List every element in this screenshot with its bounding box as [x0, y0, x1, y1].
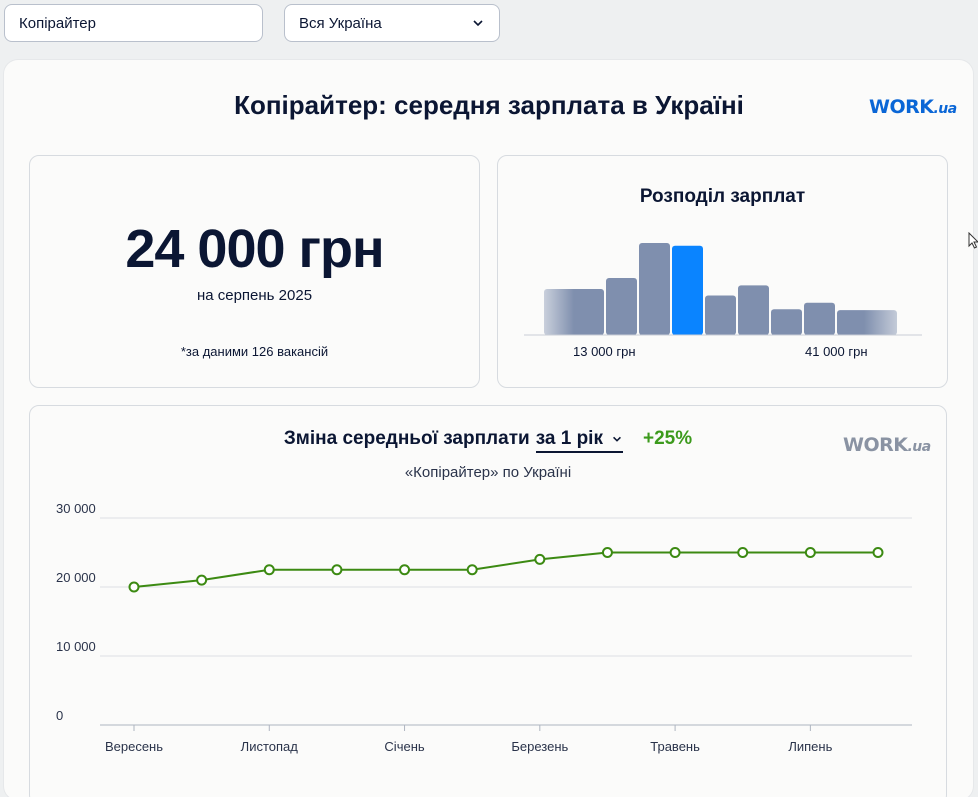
work-ua-logo-watermark: WORK.ua — [843, 434, 931, 456]
data-point[interactable] — [534, 553, 546, 565]
histogram-fade-left — [524, 241, 574, 337]
y-tick-label: 0 — [56, 708, 63, 723]
histogram-bar — [705, 295, 736, 335]
histogram-bar — [771, 309, 802, 335]
data-point[interactable] — [331, 564, 343, 576]
mouse-cursor-icon — [968, 232, 978, 249]
salary-date: на серпень 2025 — [196, 287, 313, 304]
data-point[interactable] — [669, 547, 681, 558]
histogram-bar — [639, 243, 670, 335]
data-point[interactable] — [804, 547, 816, 558]
data-point[interactable] — [196, 574, 208, 586]
average-salary-amount: 24 000 грн — [125, 219, 384, 279]
data-point[interactable] — [128, 581, 140, 593]
histogram-bar — [738, 285, 769, 335]
x-tick-label: Березень — [511, 739, 568, 754]
histogram-bar — [804, 302, 835, 335]
histogram-bar — [606, 277, 637, 335]
region-select[interactable]: Вся Україна — [284, 4, 500, 42]
salary-distribution-card: Розподіл зарплат 13 000 грн 41 000 грн — [497, 155, 948, 388]
x-tick-label: Травень — [650, 739, 700, 754]
distribution-low-label: 13 000 грн — [573, 344, 636, 359]
x-tick-label: Липень — [788, 739, 832, 754]
distribution-high-label: 41 000 грн — [805, 344, 868, 359]
data-point[interactable] — [399, 564, 411, 576]
y-tick-label: 20 000 — [56, 570, 96, 585]
histogram-bar-current — [672, 245, 703, 335]
distribution-title: Розподіл зарплат — [639, 186, 806, 207]
x-tick-label: Вересень — [105, 739, 163, 754]
logo-suffix-text: .ua — [933, 101, 957, 117]
series-line — [133, 551, 878, 588]
vacancies-note: *за даними 126 вакансій — [180, 344, 329, 359]
data-point[interactable] — [737, 547, 749, 558]
histogram-fade-right — [864, 241, 924, 337]
data-point[interactable] — [601, 547, 613, 558]
salary-trend-chart: 0 10 000 20 000 30 000 Вересень Листопад Січен… — [56, 501, 912, 754]
logo-main-text: WORK — [843, 434, 908, 456]
average-salary-card: 24 000 грн на серпень 2025 *за даними 12… — [29, 155, 480, 388]
region-select-value: Вся Україна — [299, 14, 382, 32]
y-tick-label: 10 000 — [56, 639, 96, 654]
distribution-histogram — [524, 241, 924, 337]
search-input[interactable]: Копірайтер — [4, 4, 263, 42]
search-input-value: Копірайтер — [19, 14, 96, 32]
salary-trend-card: Зміна середньої зарплати за 1 рік +25% «… — [29, 405, 947, 797]
logo-suffix-text: .ua — [907, 439, 931, 455]
data-point[interactable] — [466, 564, 478, 576]
logo-main-text: WORK — [869, 96, 934, 118]
y-tick-label: 30 000 — [56, 501, 96, 516]
x-tick-label: Січень — [384, 739, 424, 754]
data-point[interactable] — [872, 547, 884, 558]
x-tick-label: Листопад — [241, 739, 299, 754]
page-title: Копірайтер: середня зарплата в Україні — [234, 90, 744, 120]
work-ua-logo[interactable]: WORK.ua — [869, 96, 957, 118]
data-point[interactable] — [263, 564, 275, 576]
chevron-down-icon — [473, 20, 483, 27]
